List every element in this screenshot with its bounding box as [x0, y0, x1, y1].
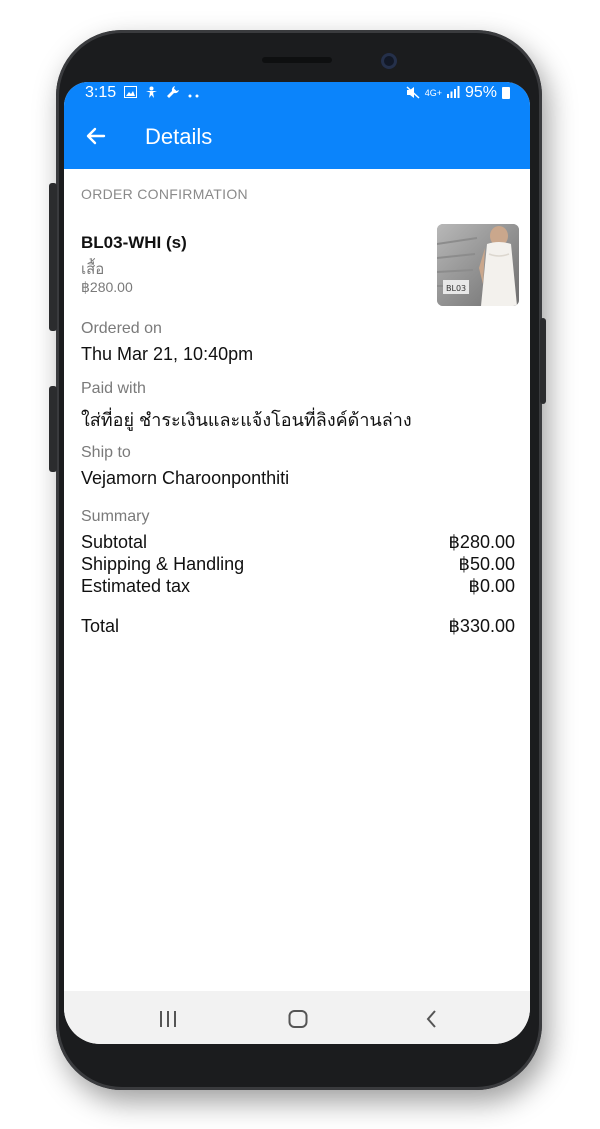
total-value: ฿330.00 [448, 616, 515, 636]
power-button [540, 318, 546, 404]
wrench-icon [166, 85, 180, 101]
summary-row-total: Total ฿330.00 [81, 615, 515, 637]
total-label: Total [81, 616, 120, 636]
status-bar: 3:15 4G+ 95% [64, 82, 530, 104]
product-thumbnail[interactable]: BL03 [437, 224, 519, 306]
item-sku[interactable]: BL03-WHI (s) [81, 233, 187, 253]
network-type: 4G+ [424, 87, 442, 98]
ordered-on-label: Ordered on [81, 320, 162, 337]
accessibility-icon [145, 86, 158, 101]
paid-with-value: ใส่ที่อยู่ ชำระเงินและแจ้งโอนที่ลิงค์ด้า… [81, 410, 412, 430]
app-bar: Details [64, 104, 530, 169]
shipping-value: ฿50.00 [458, 554, 516, 574]
arrow-left-icon[interactable] [84, 124, 108, 148]
recent-apps-icon[interactable] [156, 1007, 180, 1031]
page-title: Details [145, 124, 213, 149]
more-dots-icon [188, 87, 200, 100]
battery-icon [502, 87, 510, 99]
back-icon[interactable] [420, 1007, 444, 1031]
system-nav-bar [64, 991, 530, 1044]
image-icon [124, 86, 138, 100]
tax-value: ฿0.00 [468, 576, 516, 596]
front-camera [381, 53, 397, 69]
home-icon[interactable] [286, 1007, 310, 1031]
item-name: เสื้อ [81, 261, 105, 278]
earpiece-speaker [262, 57, 332, 63]
summary-row-tax: Estimated tax ฿0.00 [81, 575, 515, 597]
status-time: 3:15 [85, 84, 117, 101]
subtotal-value: ฿280.00 [448, 532, 515, 552]
ship-to-label: Ship to [81, 444, 131, 461]
thumb-label: BL03 [446, 284, 466, 293]
screen: 3:15 4G+ 95% Details ORDER CONFIRMATION … [64, 82, 530, 1044]
volume-button [49, 183, 57, 331]
item-price: ฿280.00 [81, 279, 133, 295]
bixby-button [49, 386, 57, 472]
mute-icon [406, 85, 420, 101]
summary-row-shipping: Shipping & Handling ฿50.00 [81, 553, 515, 575]
signal-icon [446, 86, 460, 100]
tax-label: Estimated tax [81, 576, 191, 596]
paid-with-label: Paid with [81, 380, 146, 397]
summary-label: Summary [81, 508, 150, 525]
ship-to-value: Vejamorn Charoonponthiti [81, 468, 290, 488]
section-title: ORDER CONFIRMATION [81, 186, 248, 202]
subtotal-label: Subtotal [81, 532, 148, 552]
battery-percent: 95% [464, 84, 497, 101]
ordered-on-value: Thu Mar 21, 10:40pm [81, 344, 254, 364]
shipping-label: Shipping & Handling [81, 554, 245, 574]
summary-row-subtotal: Subtotal ฿280.00 [81, 531, 515, 553]
